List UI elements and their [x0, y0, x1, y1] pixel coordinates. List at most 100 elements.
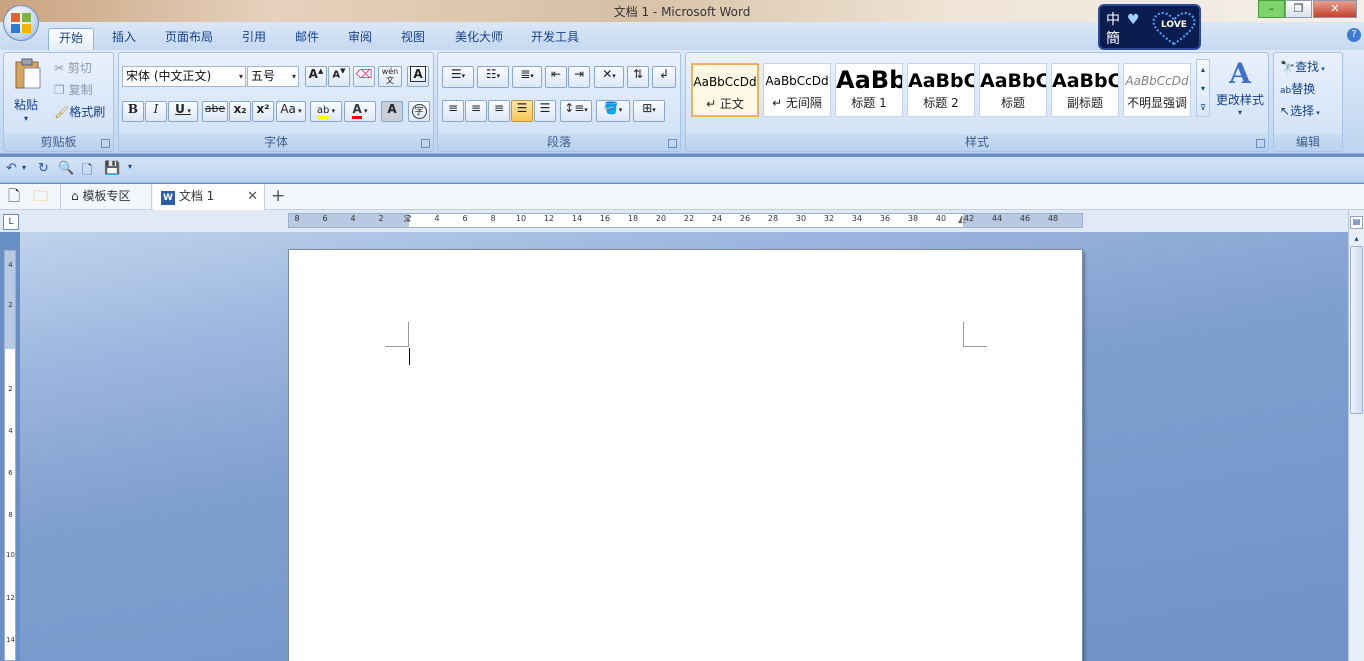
font-name-combo[interactable]: 宋体 (中文正文) ▾	[122, 66, 246, 87]
ruler-toggle-icon[interactable]: ▤	[1350, 216, 1363, 229]
horizontal-ruler[interactable]: ⧖ ◭ 8 6 4 2 2 4 6 8 10 12 14 16 18 20 22 24 26 28 30 32 34 36…	[288, 212, 1083, 228]
scrollbar-thumb[interactable]	[1350, 246, 1363, 414]
new-tab-button[interactable]: +	[271, 184, 285, 210]
grow-font-button[interactable]: A▲	[305, 66, 327, 87]
ruler-tick-label: 22	[683, 214, 695, 223]
paragraph-launcher-icon[interactable]	[668, 139, 677, 148]
vertical-ruler[interactable]: 4 2 2 4 6 8 10 12 14	[4, 250, 16, 661]
ime-status-badge[interactable]: 中 簡 ♥ LOVE	[1098, 4, 1201, 50]
change-case-button[interactable]: Aa ▾	[276, 101, 306, 122]
align-center-button[interactable]: ≡	[465, 100, 487, 122]
style-title[interactable]: AaBbC 标题	[979, 63, 1047, 117]
underline-button[interactable]: U ▾	[168, 101, 198, 122]
sort-button[interactable]: ⇅	[627, 66, 649, 88]
decrease-indent-button[interactable]: ⇤	[545, 66, 567, 88]
vertical-scrollbar[interactable]: ▤ ▴	[1348, 210, 1364, 661]
asian-layout-button[interactable]: ✕▾	[594, 66, 624, 88]
tab-review[interactable]: 审阅	[340, 28, 380, 50]
save-icon[interactable]: 💾	[104, 161, 120, 176]
tab-selector-icon[interactable]: L	[3, 214, 19, 230]
tab-view[interactable]: 视图	[393, 28, 433, 50]
line-spacing-button[interactable]: ↕≡▾	[560, 100, 592, 122]
office-logo-icon	[11, 13, 31, 33]
format-painter-button[interactable]: 🖌格式刷	[54, 103, 105, 120]
styles-scroll[interactable]: ▴ ▾ ⊽	[1196, 59, 1210, 117]
asian-layout-icon: ✕	[602, 67, 613, 81]
bullets-button[interactable]: ☰▾	[442, 66, 474, 88]
clear-format-button[interactable]: ⌫	[353, 66, 375, 87]
undo-dropdown-icon[interactable]: ▾	[22, 163, 26, 172]
style-heading-2[interactable]: AaBbC 标题 2	[907, 63, 975, 117]
enclose-char-button[interactable]: 字	[408, 101, 430, 122]
outdent-icon: ⇤	[550, 67, 562, 81]
bold-button[interactable]: B	[122, 101, 144, 122]
tab-insert[interactable]: 插入	[104, 28, 144, 50]
tab-developer[interactable]: 开发工具	[524, 28, 586, 50]
style-normal[interactable]: AaBbCcDd ↵ 正文	[691, 63, 759, 117]
multilevel-list-button[interactable]: ≣▾	[512, 66, 542, 88]
more-styles-icon[interactable]: ⊽	[1197, 98, 1209, 117]
tab-beautify[interactable]: 美化大师	[448, 28, 510, 50]
tab-document-1[interactable]: W 文档 1 ✕	[153, 184, 265, 210]
italic-button[interactable]: I	[145, 101, 167, 122]
minimize-button[interactable]: –	[1258, 0, 1285, 18]
distributed-button[interactable]: ☰	[534, 100, 556, 122]
font-size-combo[interactable]: 五号 ▾	[247, 66, 299, 87]
replace-button[interactable]: ab替换	[1280, 80, 1315, 97]
select-button[interactable]: ↖选择 ▾	[1280, 102, 1320, 119]
undo-icon[interactable]: ↶	[6, 161, 17, 176]
font-color-button[interactable]: A ▾	[344, 101, 376, 122]
new-file-icon[interactable]: 🗋	[8, 184, 20, 210]
tab-mailings[interactable]: 邮件	[287, 28, 327, 50]
open-folder-icon[interactable]: 🗀	[33, 184, 48, 210]
subscript-button[interactable]: x₂	[229, 101, 251, 122]
align-left-button[interactable]: ≡	[442, 100, 464, 122]
change-styles-button[interactable]: A 更改样式 ▾	[1214, 57, 1266, 129]
redo-icon[interactable]: ↻	[38, 161, 49, 176]
office-button[interactable]	[3, 5, 39, 41]
help-icon[interactable]: ?	[1347, 28, 1361, 42]
customize-qat-icon[interactable]: ▾	[128, 162, 132, 171]
border-icon: ⊞	[642, 101, 653, 115]
strikethrough-button[interactable]: abe	[202, 101, 228, 122]
tab-page-layout[interactable]: 页面布局	[158, 28, 220, 50]
chevron-down-icon[interactable]: ▾	[1197, 79, 1209, 98]
phonetic-guide-button[interactable]: wén 文	[378, 66, 402, 87]
restore-button[interactable]: ❐	[1285, 0, 1312, 18]
scroll-up-icon[interactable]: ▴	[1350, 234, 1363, 244]
find-button[interactable]: 🔭查找 ▾	[1280, 58, 1325, 75]
font-launcher-icon[interactable]	[421, 139, 430, 148]
chevron-up-icon[interactable]: ▴	[1197, 60, 1209, 79]
borders-button[interactable]: ⊞▾	[633, 100, 665, 122]
print-preview-icon[interactable]: 🔍	[58, 161, 74, 176]
style-subtle-emphasis[interactable]: AaBbCcDd 不明显强调	[1123, 63, 1191, 117]
shading-button[interactable]: 🪣▾	[596, 100, 630, 122]
styles-launcher-icon[interactable]	[1256, 139, 1265, 148]
clipboard-launcher-icon[interactable]	[101, 139, 110, 148]
shrink-font-button[interactable]: A▼	[328, 66, 350, 87]
cut-button[interactable]: ✂ 剪切	[54, 59, 92, 76]
superscript-button[interactable]: x²	[252, 101, 274, 122]
ruler-tick-label: 6	[322, 214, 328, 223]
increase-indent-button[interactable]: ⇥	[568, 66, 590, 88]
tab-home[interactable]: 开始	[48, 28, 94, 50]
justify-button[interactable]: ☰	[511, 100, 533, 122]
highlight-button[interactable]: ab ▾	[310, 101, 342, 122]
paint-bucket-icon: 🪣	[603, 101, 619, 115]
numbering-button[interactable]: ☷▾	[477, 66, 509, 88]
char-border-button[interactable]: A	[407, 66, 429, 87]
new-document-icon[interactable]: 🗋	[82, 161, 92, 183]
tab-references[interactable]: 引用	[234, 28, 274, 50]
document-page[interactable]	[288, 249, 1083, 661]
char-shading-button[interactable]: A	[381, 101, 403, 122]
align-right-button[interactable]: ≡	[488, 100, 510, 122]
show-marks-button[interactable]: ↲	[652, 66, 676, 88]
tab-templates[interactable]: ⌂ 模板专区	[60, 184, 152, 210]
close-tab-icon[interactable]: ✕	[247, 184, 258, 209]
paste-button[interactable]: 粘贴 ▾	[8, 56, 48, 130]
copy-button[interactable]: ❐ 复制	[54, 81, 93, 98]
close-button[interactable]: ✕	[1313, 0, 1357, 18]
style-no-spacing[interactable]: AaBbCcDd ↵ 无间隔	[763, 63, 831, 117]
style-heading-1[interactable]: AaBb 标题 1	[835, 63, 903, 117]
style-subtitle[interactable]: AaBbC 副标题	[1051, 63, 1119, 117]
